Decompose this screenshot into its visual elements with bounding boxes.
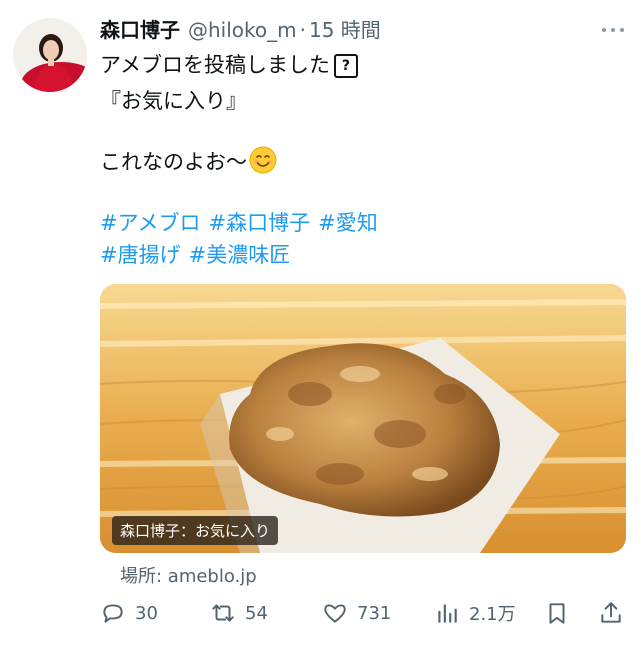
unknown-char-icon: ?: [333, 54, 358, 78]
display-name[interactable]: 森口博子: [100, 14, 180, 43]
retweet-count: 54: [245, 602, 268, 624]
hashtag-link[interactable]: #森口博子: [209, 211, 311, 235]
retweet-button[interactable]: 54: [210, 598, 268, 628]
share-icon: [601, 602, 621, 623]
retweet-icon: [212, 604, 234, 622]
views-count: 2.1万: [469, 604, 516, 625]
hashtags-row-1: #アメブロ #森口博子 #愛知: [100, 208, 386, 238]
timestamp[interactable]: 15 時間: [309, 14, 381, 43]
tweet-text-line-2: 『お気に入り』: [100, 89, 247, 113]
avatar[interactable]: [13, 18, 87, 92]
tweet-actions: 30 54 731 2.1万: [100, 598, 626, 628]
tweet-line-1: アメブロを投稿しました?: [100, 50, 358, 80]
tweet-header: 森口博子 @hiloko_m · 15 時間: [100, 14, 610, 46]
bookmark-icon: [549, 603, 565, 624]
reply-icon: [103, 604, 123, 623]
avatar-image: [13, 18, 87, 92]
share-button[interactable]: [598, 598, 624, 628]
tweet-line-3: これなのよお～: [100, 146, 277, 177]
heart-icon: [324, 604, 346, 623]
hashtag-link[interactable]: #唐揚げ: [100, 243, 181, 267]
user-handle[interactable]: @hiloko_m: [188, 18, 297, 42]
like-button[interactable]: 731: [322, 598, 391, 628]
more-dots-icon[interactable]: [602, 26, 624, 34]
separator-dot: ·: [299, 18, 306, 42]
views-button[interactable]: 2.1万: [434, 598, 516, 628]
card-source[interactable]: 場所: ameblo.jp: [120, 562, 257, 588]
hashtags-row-2: #唐揚げ #美濃味匠: [100, 240, 298, 270]
views-icon: [438, 604, 457, 623]
tweet-text-line-1: アメブロを投稿しました: [100, 53, 330, 77]
smiling-face-emoji-icon: [249, 146, 277, 174]
tweet-text-line-3: これなのよお～: [100, 150, 247, 174]
hashtag-link[interactable]: #アメブロ: [100, 211, 201, 235]
hashtag-link[interactable]: #愛知: [318, 211, 378, 235]
bookmark-button[interactable]: [544, 598, 570, 628]
hashtag-link[interactable]: #美濃味匠: [189, 243, 291, 267]
fried-chicken-photo: [100, 284, 626, 553]
reply-count: 30: [135, 602, 158, 624]
card-label: 森口博子：お気に入り: [112, 516, 279, 545]
link-card[interactable]: 森口博子：お気に入り: [100, 284, 626, 553]
reply-button[interactable]: 30: [100, 598, 158, 628]
like-count: 731: [357, 602, 392, 624]
